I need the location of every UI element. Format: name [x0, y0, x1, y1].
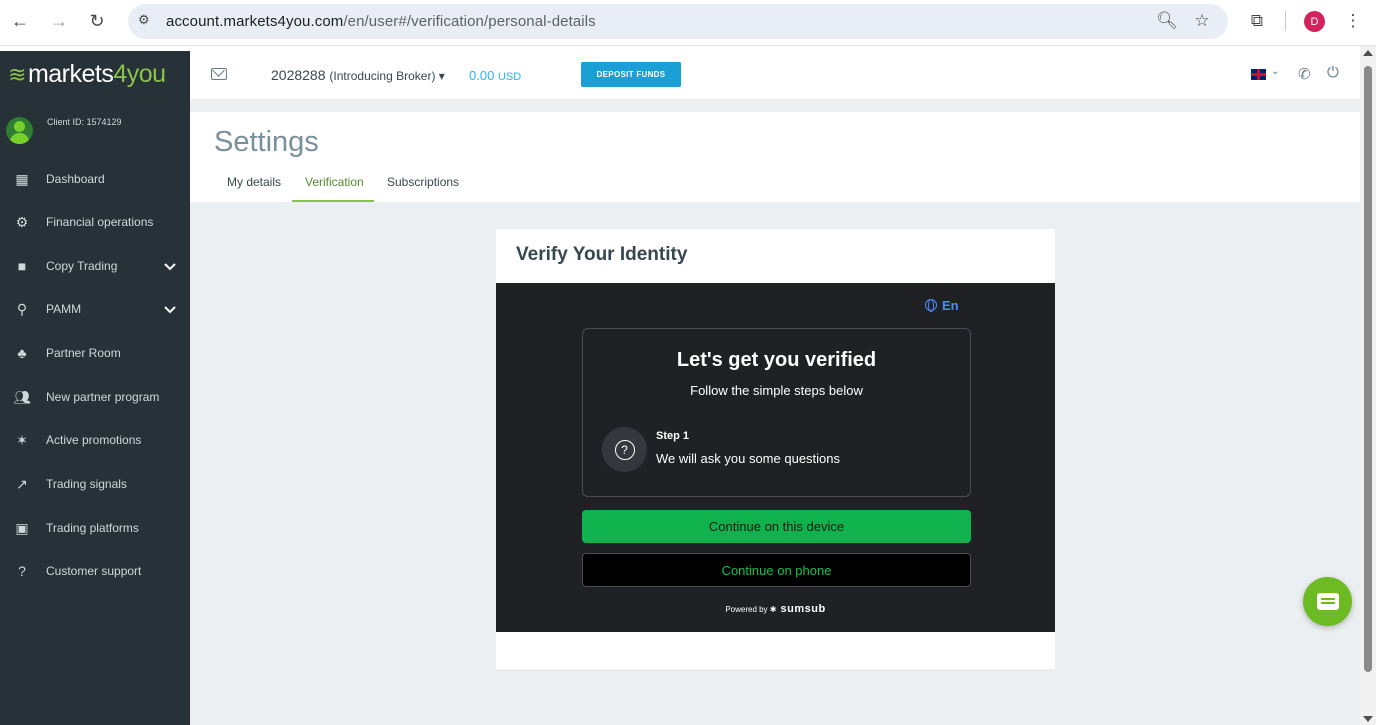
sidebar-item-label: Financial operations [46, 215, 154, 229]
globe-icon [925, 299, 937, 312]
logo[interactable]: ≋markets4you [8, 60, 166, 89]
partner-icon: ♣ [17, 345, 27, 361]
dashboard-icon: ▦ [15, 170, 29, 187]
sidebar-item-dashboard[interactable]: ▦ Dashboard [0, 159, 190, 199]
scroll-up-icon[interactable] [1363, 50, 1373, 56]
sidebar-item-label: New partner program [46, 390, 160, 404]
powered-by: Powered by ✱ sumsub [725, 603, 826, 615]
promo-icon: ✶ [16, 431, 28, 448]
sumsub-logo-icon: ✱ [769, 605, 777, 614]
sidebar-item-label: Copy Trading [46, 259, 118, 273]
tab-verification[interactable]: Verification [305, 175, 364, 189]
sidebar-item-trading-signals[interactable]: ↗ Trading signals [0, 464, 190, 504]
language-flag-icon[interactable] [1251, 69, 1266, 80]
sidebar-item-label: Trading signals [46, 477, 127, 491]
scrollbar[interactable] [1360, 46, 1376, 725]
extensions-icon[interactable]: ⧉ [1245, 9, 1269, 33]
question-icon: ? [602, 427, 647, 472]
toolbar-divider [1285, 11, 1286, 31]
account-selector[interactable]: 2028288 (Introducing Broker) ▾ [271, 67, 445, 83]
zoom-icon[interactable]: 🔍︎ [1155, 9, 1179, 33]
page-title: Settings [214, 126, 319, 158]
tab-my-details[interactable]: My details [227, 175, 281, 189]
chat-button[interactable] [1303, 577, 1352, 626]
steps-box: Let's get you verified Follow the simple… [582, 328, 971, 497]
gear-icon: ⚙ [15, 213, 29, 230]
step-label: Step 1 [656, 430, 690, 442]
sidebar-item-customer-support[interactable]: ? Customer support [0, 551, 190, 591]
sidebar-item-copy-trading[interactable]: ■ Copy Trading [0, 246, 190, 286]
trend-icon: ↗ [16, 475, 28, 492]
sidebar-item-label: Active promotions [46, 433, 142, 447]
sidebar-item-pamm[interactable]: ⚲ PAMM [0, 289, 190, 329]
sidebar-item-partner-room[interactable]: ♣ Partner Room [0, 333, 190, 373]
bookmark-star-icon[interactable]: ☆ [1190, 9, 1214, 33]
logo-mark-icon: ≋ [8, 62, 26, 87]
briefcase-icon: ■ [17, 258, 27, 274]
phone-icon[interactable]: ✆ [1298, 65, 1311, 83]
verification-heading: Let's get you verified [676, 349, 877, 371]
step-description: We will ask you some questions [656, 451, 841, 466]
client-id: Client ID: 1574129 [47, 117, 122, 127]
avatar[interactable] [6, 117, 33, 144]
sidebar-item-trading-platforms[interactable]: ▣ Trading platforms [0, 508, 190, 548]
account-balance: 0.00 USD [469, 68, 522, 83]
browser-toolbar: ← → ↻ ⚙ account.markets4you.com/en/user#… [0, 0, 1376, 46]
browser-menu-icon[interactable]: ⋮ [1341, 9, 1365, 33]
sidebar: ≋markets4you Client ID: 1574129 ▦ Dashbo… [0, 51, 190, 725]
continue-on-device-button[interactable]: Continue on this device [582, 510, 971, 543]
scroll-thumb[interactable] [1364, 66, 1372, 672]
mail-icon[interactable] [211, 68, 227, 80]
sidebar-item-label: Partner Room [46, 346, 121, 360]
pamm-icon: ⚲ [16, 300, 28, 317]
address-bar[interactable]: ⚙ account.markets4you.com/en/user#/verif… [128, 4, 1228, 39]
tab-subscriptions[interactable]: Subscriptions [387, 175, 459, 189]
continue-on-phone-button[interactable]: Continue on phone [582, 553, 971, 587]
verify-title: Verify Your Identity [516, 244, 688, 265]
sidebar-item-financial-operations[interactable]: ⚙ Financial operations [0, 202, 190, 242]
main-content: Settings My details Verification Subscri… [190, 99, 1360, 725]
settings-header: Settings My details Verification Subscri… [190, 112, 1360, 202]
scroll-down-icon[interactable] [1363, 716, 1373, 722]
chat-icon [1316, 593, 1339, 610]
back-icon[interactable]: ← [8, 9, 32, 33]
verify-card: Verify Your Identity En Let's get you ve… [496, 229, 1055, 669]
site-settings-icon[interactable]: ⚙ [138, 12, 156, 30]
chevron-down-icon[interactable]: ⌄ [1271, 66, 1279, 77]
sidebar-item-label: Dashboard [46, 172, 105, 186]
sidebar-item-new-partner-program[interactable]: 👥︎ New partner program [0, 377, 190, 417]
chevron-down-icon[interactable] [162, 301, 178, 317]
app-header: 2028288 (Introducing Broker) ▾ 0.00 USD … [190, 51, 1360, 99]
help-icon: ? [18, 563, 26, 579]
logout-icon[interactable]: ⏻ [1327, 64, 1339, 81]
verification-subheading: Follow the simple steps below [690, 383, 863, 398]
platforms-icon: ▣ [15, 519, 29, 536]
users-icon: 👥︎ [13, 388, 31, 405]
active-tab-indicator [292, 200, 374, 202]
sidebar-item-label: Trading platforms [46, 521, 139, 535]
language-selector[interactable]: En [925, 298, 959, 313]
sidebar-item-label: PAMM [46, 302, 82, 316]
sidebar-item-label: Customer support [46, 564, 142, 578]
forward-icon[interactable]: → [47, 9, 71, 33]
chevron-down-icon[interactable] [162, 258, 178, 274]
url-text[interactable]: account.markets4you.com/en/user#/verific… [166, 13, 596, 30]
reload-icon[interactable]: ↻ [85, 9, 109, 33]
deposit-funds-button[interactable]: DEPOSIT FUNDS [581, 62, 681, 87]
sidebar-item-active-promotions[interactable]: ✶ Active promotions [0, 420, 190, 460]
profile-avatar[interactable]: D [1304, 11, 1325, 32]
sumsub-widget: En Let's get you verified Follow the sim… [496, 283, 1055, 632]
